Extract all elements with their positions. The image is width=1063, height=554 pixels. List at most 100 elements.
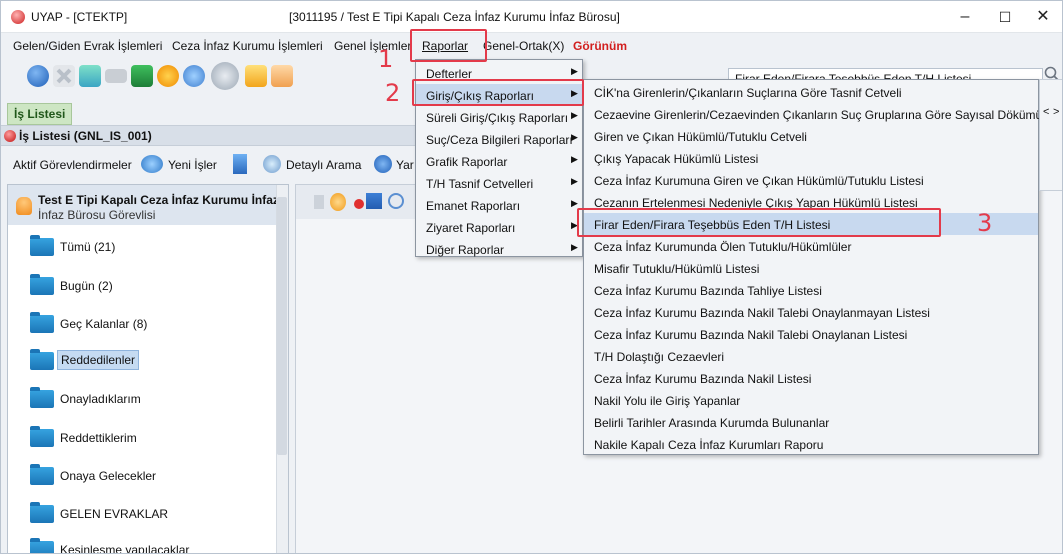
sidebar-item-label: Kesinleşme yapılacaklar	[60, 543, 190, 554]
submenu-item[interactable]: Ceza İnfaz Kurumu Bazında Nakil Listesi	[584, 367, 1038, 389]
menu-item-label: Süreli Giriş/Çıkış Raporları	[426, 111, 569, 125]
menu-item-diger[interactable]: Diğer Raporlar ▶	[416, 238, 582, 260]
scroll-right-icon[interactable]: >	[1053, 106, 1059, 118]
submenu-item[interactable]: Nakile Kapalı Ceza İnfaz Kurumları Rapor…	[584, 433, 1038, 455]
down-arrow-icon	[233, 154, 247, 174]
submenu-item[interactable]: CİK'na Girenlerin/Çıkanların Suçlarına G…	[584, 81, 1038, 103]
submenu-arrow-icon: ▶	[571, 198, 578, 208]
menu-item-tasnif[interactable]: T/H Tasnif Cetvelleri ▶	[416, 172, 582, 194]
callout-number-3: 3	[977, 209, 993, 237]
right-panel-fragment: < >	[1039, 79, 1062, 191]
sidebar-item-label: GELEN EVRAKLAR	[60, 507, 169, 521]
book-icon[interactable]	[131, 65, 153, 87]
note-icon[interactable]	[271, 65, 293, 87]
menu-ceza-infaz[interactable]: Ceza İnfaz Kurumu İşlemleri	[172, 39, 323, 53]
submenu-item[interactable]: Ceza İnfaz Kurumu Bazında Nakil Talebi O…	[584, 301, 1038, 323]
app-logo-icon	[11, 10, 25, 24]
menu-gorunum[interactable]: Görünüm	[573, 39, 627, 53]
sidebar-item-label: Geç Kalanlar (8)	[60, 317, 148, 331]
callout-number-1: 1	[378, 45, 394, 73]
sidebar-item-label: Tümü (21)	[60, 240, 116, 254]
menu-item-grafik[interactable]: Grafik Raporlar ▶	[416, 150, 582, 172]
submenu-arrow-icon: ▶	[571, 176, 578, 186]
scrollbar-thumb[interactable]	[277, 197, 287, 455]
yardim-button[interactable]: Yar	[396, 158, 414, 172]
magnifier-tool-icon[interactable]	[183, 65, 205, 87]
user-icon[interactable]	[157, 65, 179, 87]
sidebar: Test E Tipi Kapalı Ceza İnfaz Kurumu İnf…	[7, 184, 289, 554]
submenu-item[interactable]: T/H Dolaştığı Cezaevleri	[584, 345, 1038, 367]
submenu-item-label: Belirli Tarihler Arasında Kurumda Buluna…	[594, 416, 830, 430]
callout-box-2	[412, 79, 584, 106]
submenu-item[interactable]: Belirli Tarihler Arasında Kurumda Buluna…	[584, 411, 1038, 433]
folder-icon	[30, 387, 54, 408]
folder-icon	[30, 502, 54, 523]
folder-icon[interactable]	[245, 65, 267, 87]
menu-item-label: Emanet Raporları	[426, 199, 521, 213]
minimize-button[interactable]: –	[947, 5, 983, 29]
refresh-icon	[141, 155, 163, 173]
network-icon[interactable]	[79, 65, 101, 87]
tab-bar: İş Listesi	[1, 101, 421, 125]
menu-item-ziyaret[interactable]: Ziyaret Raporları ▶	[416, 216, 582, 238]
sidebar-item-label: Reddettiklerim	[60, 431, 137, 445]
submenu-item[interactable]: Ceza İnfaz Kurumu Bazında Nakil Talebi O…	[584, 323, 1038, 345]
callout-box-1	[410, 29, 487, 62]
callout-box-3	[577, 208, 941, 237]
folder-icon	[30, 235, 54, 256]
tab-is-listesi[interactable]: İş Listesi	[7, 103, 73, 125]
menu-item-suc-ceza[interactable]: Suç/Ceza Bilgileri Raporları ▶	[416, 128, 582, 150]
submenu-item-label: Nakil Yolu ile Giriş Yapanlar	[594, 394, 741, 408]
submenu-item[interactable]: Cezaevine Girenlerin/Cezaevinden Çıkanla…	[584, 103, 1042, 125]
panel-status-icon	[4, 130, 16, 142]
submenu-item-label: Misafir Tutuklu/Hükümlü Listesi	[594, 262, 760, 276]
sidebar-scrollbar[interactable]	[276, 185, 288, 553]
submenu-item[interactable]: Ceza İnfaz Kurumu Bazında Tahliye Listes…	[584, 279, 1038, 301]
menu-item-emanet[interactable]: Emanet Raporları ▶	[416, 194, 582, 216]
delete-icon[interactable]	[53, 65, 75, 87]
sidebar-role: İnfaz Bürosu Görevlisi	[38, 208, 156, 222]
award-icon[interactable]	[330, 193, 346, 211]
globe-icon[interactable]	[211, 62, 239, 90]
menu-item-sureli[interactable]: Süreli Giriş/Çıkış Raporları ▶	[416, 106, 582, 128]
menu-item-label: Diğer Raporlar	[426, 243, 505, 257]
toolbar	[1, 59, 421, 99]
submenu-item[interactable]: Ceza İnfaz Kurumunda Ölen Tutuklu/Hüküml…	[584, 235, 1038, 257]
clock-icon[interactable]	[388, 193, 404, 209]
submenu-item[interactable]: Çıkış Yapacak Hükümlü Listesi	[584, 147, 1038, 169]
submenu-item-label: Ceza İnfaz Kurumu Bazında Nakil Listesi	[594, 372, 812, 386]
submenu-item[interactable]: Ceza İnfaz Kurumuna Giren ve Çıkan Hüküm…	[584, 169, 1038, 191]
submenu-item[interactable]: Nakil Yolu ile Giriş Yapanlar	[584, 389, 1038, 411]
detayli-arama-button[interactable]: Detaylı Arama	[286, 158, 361, 172]
menu-item-label: T/H Tasnif Cetvelleri	[426, 177, 534, 191]
menu-gelen-giden[interactable]: Gelen/Giden Evrak İşlemleri	[13, 39, 162, 53]
submenu-item-label: Ceza İnfaz Kurumuna Giren ve Çıkan Hüküm…	[594, 174, 924, 188]
submenu-item[interactable]: Misafir Tutuklu/Hükümlü Listesi	[584, 257, 1038, 279]
folder-icon	[30, 312, 54, 333]
folder-icon	[30, 464, 54, 485]
close-button[interactable]: ✕	[1025, 5, 1061, 29]
alert-icon[interactable]	[354, 199, 364, 209]
yeni-isler-button[interactable]: Yeni İşler	[168, 158, 217, 172]
scroll-left-icon[interactable]: <	[1043, 106, 1049, 118]
submenu-item-label: CİK'na Girenlerin/Çıkanların Suçlarına G…	[594, 86, 902, 100]
grid-icon[interactable]	[314, 195, 324, 209]
app-window: UYAP - [CTEKTP] [3011195 / Test E Tipi K…	[0, 0, 1063, 554]
sidebar-header: Test E Tipi Kapalı Ceza İnfaz Kurumu İnf…	[8, 185, 288, 225]
giris-cikis-submenu: CİK'na Girenlerin/Çıkanların Suçlarına G…	[583, 79, 1042, 455]
flag-icon[interactable]	[366, 193, 382, 209]
sidebar-institution: Test E Tipi Kapalı Ceza İnfaz Kurumu İnf…	[38, 193, 289, 207]
submenu-arrow-icon: ▶	[571, 242, 578, 252]
menu-genel-islemler[interactable]: Genel İşlemler	[334, 39, 411, 53]
aktif-gorevlendirmeler-button[interactable]: Aktif Görevlendirmeler	[13, 158, 132, 172]
submenu-arrow-icon: ▶	[571, 110, 578, 120]
maximize-button[interactable]: ☐	[987, 5, 1023, 29]
submenu-item-label: T/H Dolaştığı Cezaevleri	[594, 350, 725, 364]
menu-genel-ortak[interactable]: Genel-Ortak(X)	[483, 39, 564, 53]
submenu-item[interactable]: Giren ve Çıkan Hükümlü/Tutuklu Cetveli	[584, 125, 1038, 147]
card-icon[interactable]	[105, 69, 127, 83]
help-icon[interactable]	[27, 65, 49, 87]
menu-item-label: Suç/Ceza Bilgileri Raporları	[426, 133, 573, 147]
menu-item-label: Ziyaret Raporları	[426, 221, 516, 235]
submenu-arrow-icon: ▶	[571, 66, 578, 76]
